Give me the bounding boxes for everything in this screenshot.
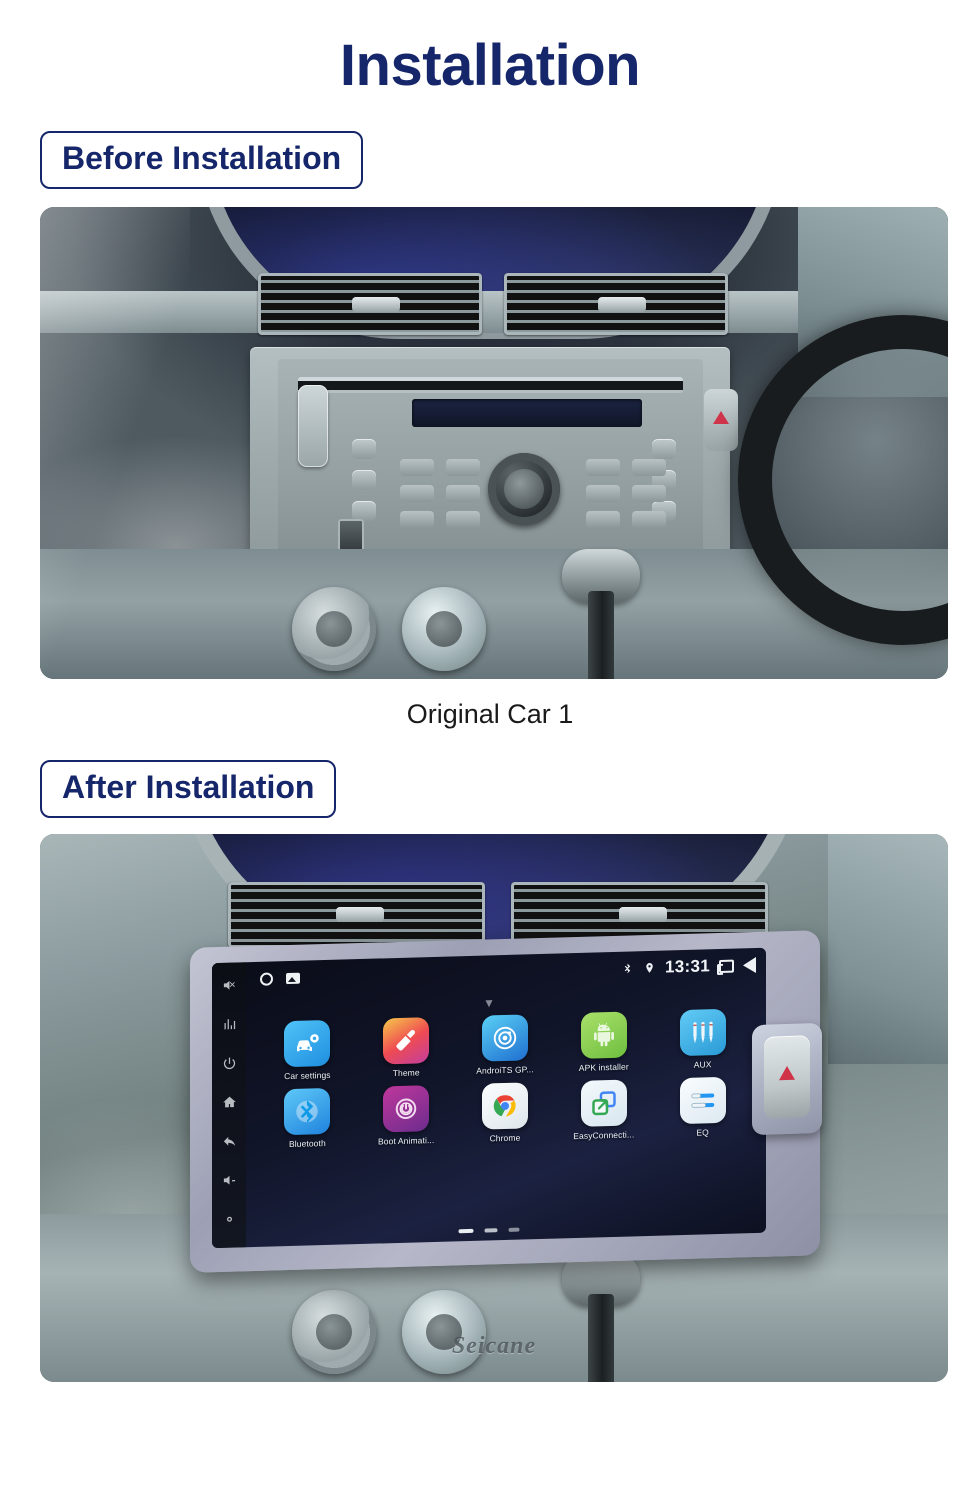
window-pillar-after <box>828 834 948 1065</box>
power-circle-icon[interactable] <box>383 1085 430 1133</box>
radio-display <box>412 399 642 428</box>
home-icon[interactable] <box>221 1094 238 1111</box>
air-vents <box>258 273 728 336</box>
android-robot-icon[interactable] <box>580 1011 627 1060</box>
app-label: Bluetooth <box>288 1138 326 1150</box>
app-boot-animation[interactable]: Boot Animati... <box>357 1085 456 1148</box>
settings-icon[interactable] <box>221 1211 238 1228</box>
before-photo-caption: Original Car 1 <box>406 699 574 730</box>
radio-power-button <box>298 385 328 468</box>
page-indicator[interactable] <box>458 1227 520 1234</box>
app-car-settings[interactable]: Car settings <box>258 1019 357 1082</box>
app-apk-installer[interactable]: APK installer <box>554 1011 653 1074</box>
app-label: Boot Animati... <box>378 1135 435 1147</box>
hazard-warning-button-after[interactable] <box>764 1035 810 1120</box>
location-icon <box>646 962 653 973</box>
eq-icon[interactable] <box>221 1016 238 1033</box>
climate-dial-right-after <box>402 1290 486 1375</box>
section-label-before: Before Installation <box>40 130 364 190</box>
app-label: AUX <box>693 1059 712 1070</box>
air-vent-right <box>504 273 728 336</box>
radio-preset-buttons-right <box>586 459 666 529</box>
before-installation-photo <box>40 207 948 680</box>
app-chrome[interactable]: Chrome <box>456 1082 555 1145</box>
section-label-after: After Installation <box>40 760 337 819</box>
radio-volume-knob <box>488 453 560 526</box>
left-highlight <box>40 207 190 680</box>
mute-icon[interactable] <box>221 977 238 994</box>
app-aux[interactable]: AUX <box>653 1008 752 1071</box>
app-label: AndroiTS GP... <box>476 1064 534 1077</box>
volume-down-icon[interactable] <box>221 1172 238 1189</box>
aux-jacks-icon[interactable] <box>679 1009 726 1057</box>
app-theme[interactable]: Theme <box>357 1017 456 1080</box>
back-icon[interactable] <box>743 957 756 974</box>
bluetooth-icon <box>624 963 631 974</box>
app-label: Car settings <box>284 1070 331 1082</box>
app-label: Theme <box>392 1067 420 1079</box>
android-head-unit[interactable]: 13:31 ▾ Car settings Theme AndroiTS GP..… <box>190 930 820 1274</box>
app-easyconnection[interactable]: EasyConnecti... <box>554 1079 653 1142</box>
hazard-button-pod <box>752 1023 822 1136</box>
radio-preset-buttons-left <box>400 459 480 529</box>
screen-share-icon[interactable] <box>580 1079 627 1128</box>
radio-left-buttons <box>352 439 376 522</box>
hazard-warning-button <box>704 389 738 452</box>
power-icon[interactable] <box>221 1055 238 1072</box>
app-label: EQ <box>696 1127 709 1138</box>
chevron-down-icon[interactable]: ▾ <box>485 995 492 1011</box>
status-bar-clock: 13:31 <box>665 956 710 977</box>
app-eq[interactable]: EQ <box>653 1076 752 1139</box>
circle-icon[interactable] <box>260 972 273 986</box>
app-grid: Car settings Theme AndroiTS GP... APK in… <box>258 1008 752 1150</box>
photo-icon[interactable] <box>286 972 300 984</box>
bluetooth-icon[interactable] <box>284 1088 331 1136</box>
theme-brush-icon[interactable] <box>383 1017 430 1065</box>
equalizer-icon[interactable] <box>679 1077 726 1125</box>
android-status-bar: 13:31 <box>246 948 766 997</box>
app-label: Chrome <box>489 1132 521 1144</box>
back-icon[interactable] <box>221 1133 238 1150</box>
app-androits-gps[interactable]: AndroiTS GP... <box>456 1014 555 1077</box>
gear-shifter <box>548 549 656 680</box>
gear-shifter-after <box>548 1252 656 1383</box>
android-screen[interactable]: 13:31 ▾ Car settings Theme AndroiTS GP..… <box>212 947 766 1249</box>
climate-dial-left <box>292 587 376 672</box>
app-bluetooth[interactable]: Bluetooth <box>258 1087 357 1150</box>
cd-slot <box>298 377 683 394</box>
app-label: EasyConnecti... <box>573 1129 635 1142</box>
car-settings-icon[interactable] <box>284 1020 331 1068</box>
gps-radar-icon[interactable] <box>481 1014 528 1062</box>
head-unit-side-buttons[interactable] <box>212 962 246 1249</box>
after-installation-photo: 13:31 ▾ Car settings Theme AndroiTS GP..… <box>40 834 948 1383</box>
recents-icon[interactable] <box>719 959 734 973</box>
page-title: Installation <box>339 33 641 98</box>
brand-watermark: Seicane <box>451 1333 537 1360</box>
climate-dial-left-after <box>292 1290 376 1375</box>
chrome-icon[interactable] <box>481 1082 528 1130</box>
air-vent-left-after <box>228 882 485 949</box>
app-label: APK installer <box>578 1061 629 1074</box>
air-vent-left <box>258 273 482 336</box>
climate-dial-right <box>402 587 486 672</box>
